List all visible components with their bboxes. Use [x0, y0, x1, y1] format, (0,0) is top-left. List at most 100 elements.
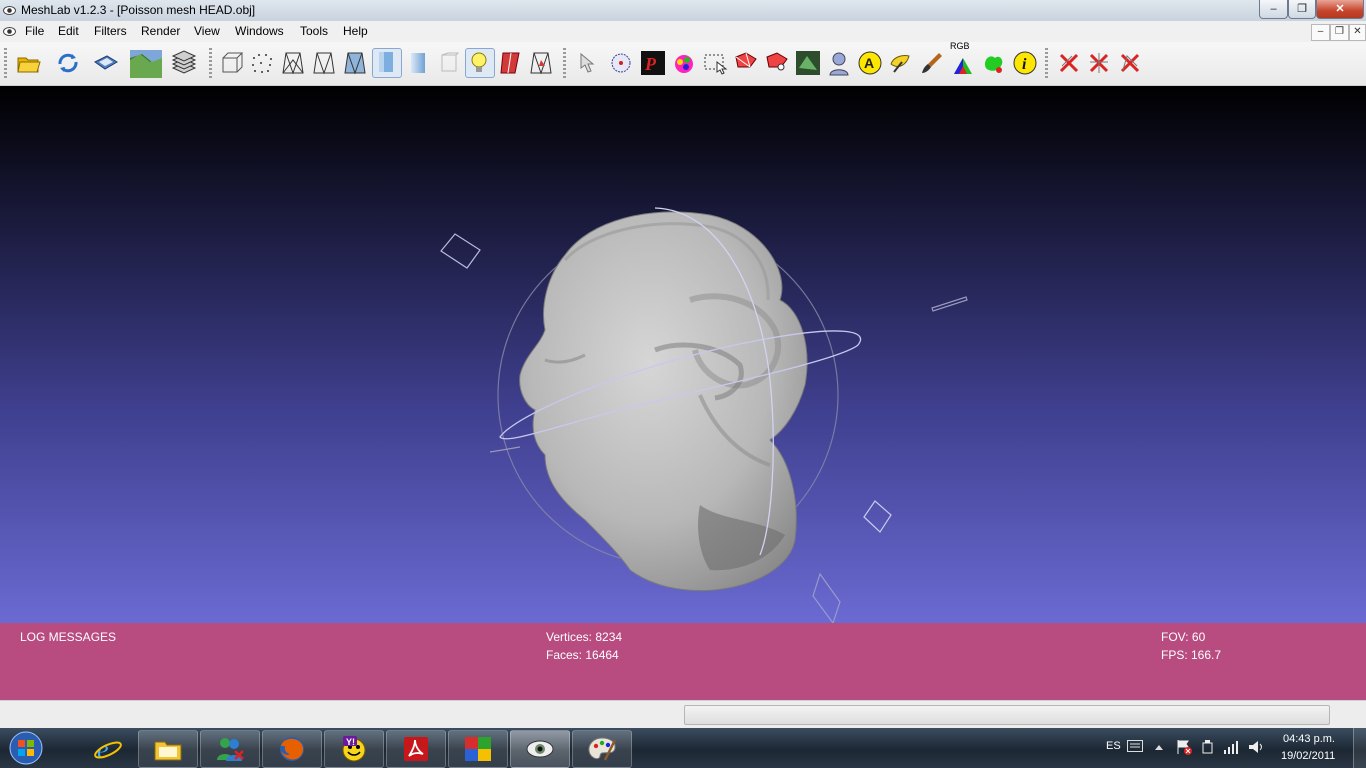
pickpoints-icon[interactable]: P	[640, 50, 666, 76]
flat-lines-icon[interactable]	[342, 50, 368, 76]
taskbar-media-center[interactable]	[448, 730, 508, 768]
select-connected-icon[interactable]	[764, 50, 790, 76]
toolbar-grip[interactable]	[4, 48, 7, 80]
snapshot-icon[interactable]	[130, 50, 162, 78]
document-eye-icon[interactable]	[3, 25, 16, 38]
windows-media-center-icon	[465, 737, 491, 761]
paint-icon[interactable]	[671, 50, 697, 76]
fov-value: FOV: 60	[1161, 630, 1206, 644]
delete-selected-icon[interactable]	[1117, 50, 1143, 76]
start-button-icon[interactable]	[5, 730, 47, 766]
annotation-icon[interactable]: A	[857, 50, 883, 76]
menu-bar: File Edit Filters Render View Windows To…	[0, 21, 1366, 43]
hidden-lines-icon[interactable]	[311, 50, 337, 76]
keyboard-icon[interactable]	[1127, 740, 1143, 752]
faces-count: Faces: 16464	[546, 648, 619, 662]
select-faces-icon[interactable]	[702, 50, 728, 76]
meshlab-icon	[526, 740, 554, 758]
windows-taskbar: e Y! ES 04:43 p.m. 19/02/2011	[0, 728, 1366, 768]
yahoo-messenger-icon: Y!	[342, 736, 366, 762]
mdi-restore-button[interactable]: ❐	[1330, 24, 1349, 41]
menu-filters[interactable]: Filters	[94, 24, 127, 38]
open-icon[interactable]	[16, 50, 42, 76]
align-icon[interactable]	[795, 50, 821, 76]
delete-faces-icon[interactable]	[1056, 50, 1082, 76]
log-messages-label: LOG MESSAGES	[20, 630, 117, 644]
info-icon[interactable]: i	[1012, 50, 1038, 76]
svg-text:i: i	[1022, 56, 1027, 73]
rgb-label: RGB	[950, 41, 970, 51]
toolbar-grip[interactable]	[209, 48, 212, 80]
network-signal-icon[interactable]	[1223, 739, 1239, 755]
restore-button[interactable]: ❐	[1288, 0, 1316, 19]
info-panel: LOG MESSAGES Vertices: 8234 Faces: 16464…	[0, 623, 1366, 700]
close-button[interactable]: ✕	[1316, 0, 1364, 19]
taskbar-paint[interactable]	[572, 730, 632, 768]
mdi-close-button[interactable]: ✕	[1349, 24, 1366, 41]
menu-help[interactable]: Help	[343, 24, 368, 38]
texture-icon[interactable]	[436, 50, 462, 76]
qualitymapper-icon[interactable]	[826, 50, 852, 76]
delete-vertices-icon[interactable]	[1086, 50, 1112, 76]
taskbar-meshlab[interactable]	[510, 730, 570, 768]
menu-render[interactable]: Render	[141, 24, 180, 38]
rgb-icon[interactable]: RGB	[950, 41, 976, 76]
toolbar-grip[interactable]	[563, 48, 566, 80]
menu-windows[interactable]: Windows	[235, 24, 284, 38]
show-desktop-button[interactable]	[1353, 728, 1366, 768]
selected-faces-icon[interactable]	[528, 50, 554, 76]
save-icon[interactable]	[93, 50, 119, 76]
measure-icon[interactable]	[608, 50, 634, 76]
vertices-count: Vertices: 8234	[546, 630, 623, 644]
firefox-icon	[280, 737, 304, 761]
action-center-flag-icon[interactable]	[1176, 739, 1192, 755]
layers-icon[interactable]	[171, 50, 197, 76]
3d-viewport[interactable]	[0, 86, 1366, 623]
toolbar-grip[interactable]	[1045, 48, 1048, 80]
title-bar: MeshLab v1.2.3 - [Poisson mesh HEAD.obj]…	[0, 0, 1366, 21]
reload-icon[interactable]	[55, 50, 81, 76]
mdi-minimize-button[interactable]: –	[1311, 24, 1330, 41]
taskbar-explorer[interactable]	[138, 730, 198, 768]
taskbar-yahoo[interactable]: Y!	[324, 730, 384, 768]
taskbar-ie[interactable]: e	[78, 730, 138, 768]
bbox-icon[interactable]	[219, 50, 245, 76]
messenger-icon	[217, 738, 244, 761]
fps-value: FPS: 166.7	[1161, 648, 1222, 662]
select-vertices-icon[interactable]	[733, 50, 759, 76]
light-icon[interactable]	[465, 48, 495, 78]
clock-time[interactable]: 04:43 p.m.	[1283, 733, 1335, 745]
manipulator-icon[interactable]	[572, 50, 598, 76]
paint-palette-icon	[588, 737, 617, 761]
smooth-icon[interactable]	[405, 50, 431, 76]
svg-text:A: A	[864, 55, 874, 71]
toolbar: P A RGB i	[0, 41, 1366, 86]
minimize-button[interactable]: –	[1259, 0, 1288, 19]
progress-bar	[684, 705, 1330, 725]
points-icon[interactable]	[249, 50, 275, 76]
taskbar-acrobat[interactable]	[386, 730, 446, 768]
menu-tools[interactable]: Tools	[300, 24, 328, 38]
segment-icon[interactable]	[981, 50, 1007, 76]
internet-explorer-icon: e	[94, 736, 122, 762]
power-icon[interactable]	[1200, 739, 1216, 755]
backface-icon[interactable]	[498, 50, 524, 76]
wireframe-icon[interactable]	[280, 50, 306, 76]
language-indicator[interactable]: ES	[1106, 740, 1121, 752]
status-bar	[0, 700, 1366, 729]
clock-date[interactable]: 19/02/2011	[1281, 750, 1335, 762]
menu-file[interactable]: File	[25, 24, 44, 38]
flat-icon[interactable]	[372, 48, 402, 78]
window-title: MeshLab v1.2.3 - [Poisson mesh HEAD.obj]	[21, 3, 256, 17]
taskbar-messenger[interactable]	[200, 730, 260, 768]
svg-text:Y!: Y!	[346, 737, 355, 747]
mutual-info-icon[interactable]	[888, 50, 914, 76]
show-hidden-icons-chevron-icon[interactable]	[1154, 743, 1164, 751]
volume-icon[interactable]	[1248, 739, 1264, 755]
menu-edit[interactable]: Edit	[58, 24, 79, 38]
taskbar-firefox[interactable]	[262, 730, 322, 768]
brush-icon[interactable]	[919, 50, 945, 76]
svg-text:P: P	[644, 54, 657, 74]
mesh-render[interactable]	[0, 86, 1366, 623]
menu-view[interactable]: View	[194, 24, 220, 38]
